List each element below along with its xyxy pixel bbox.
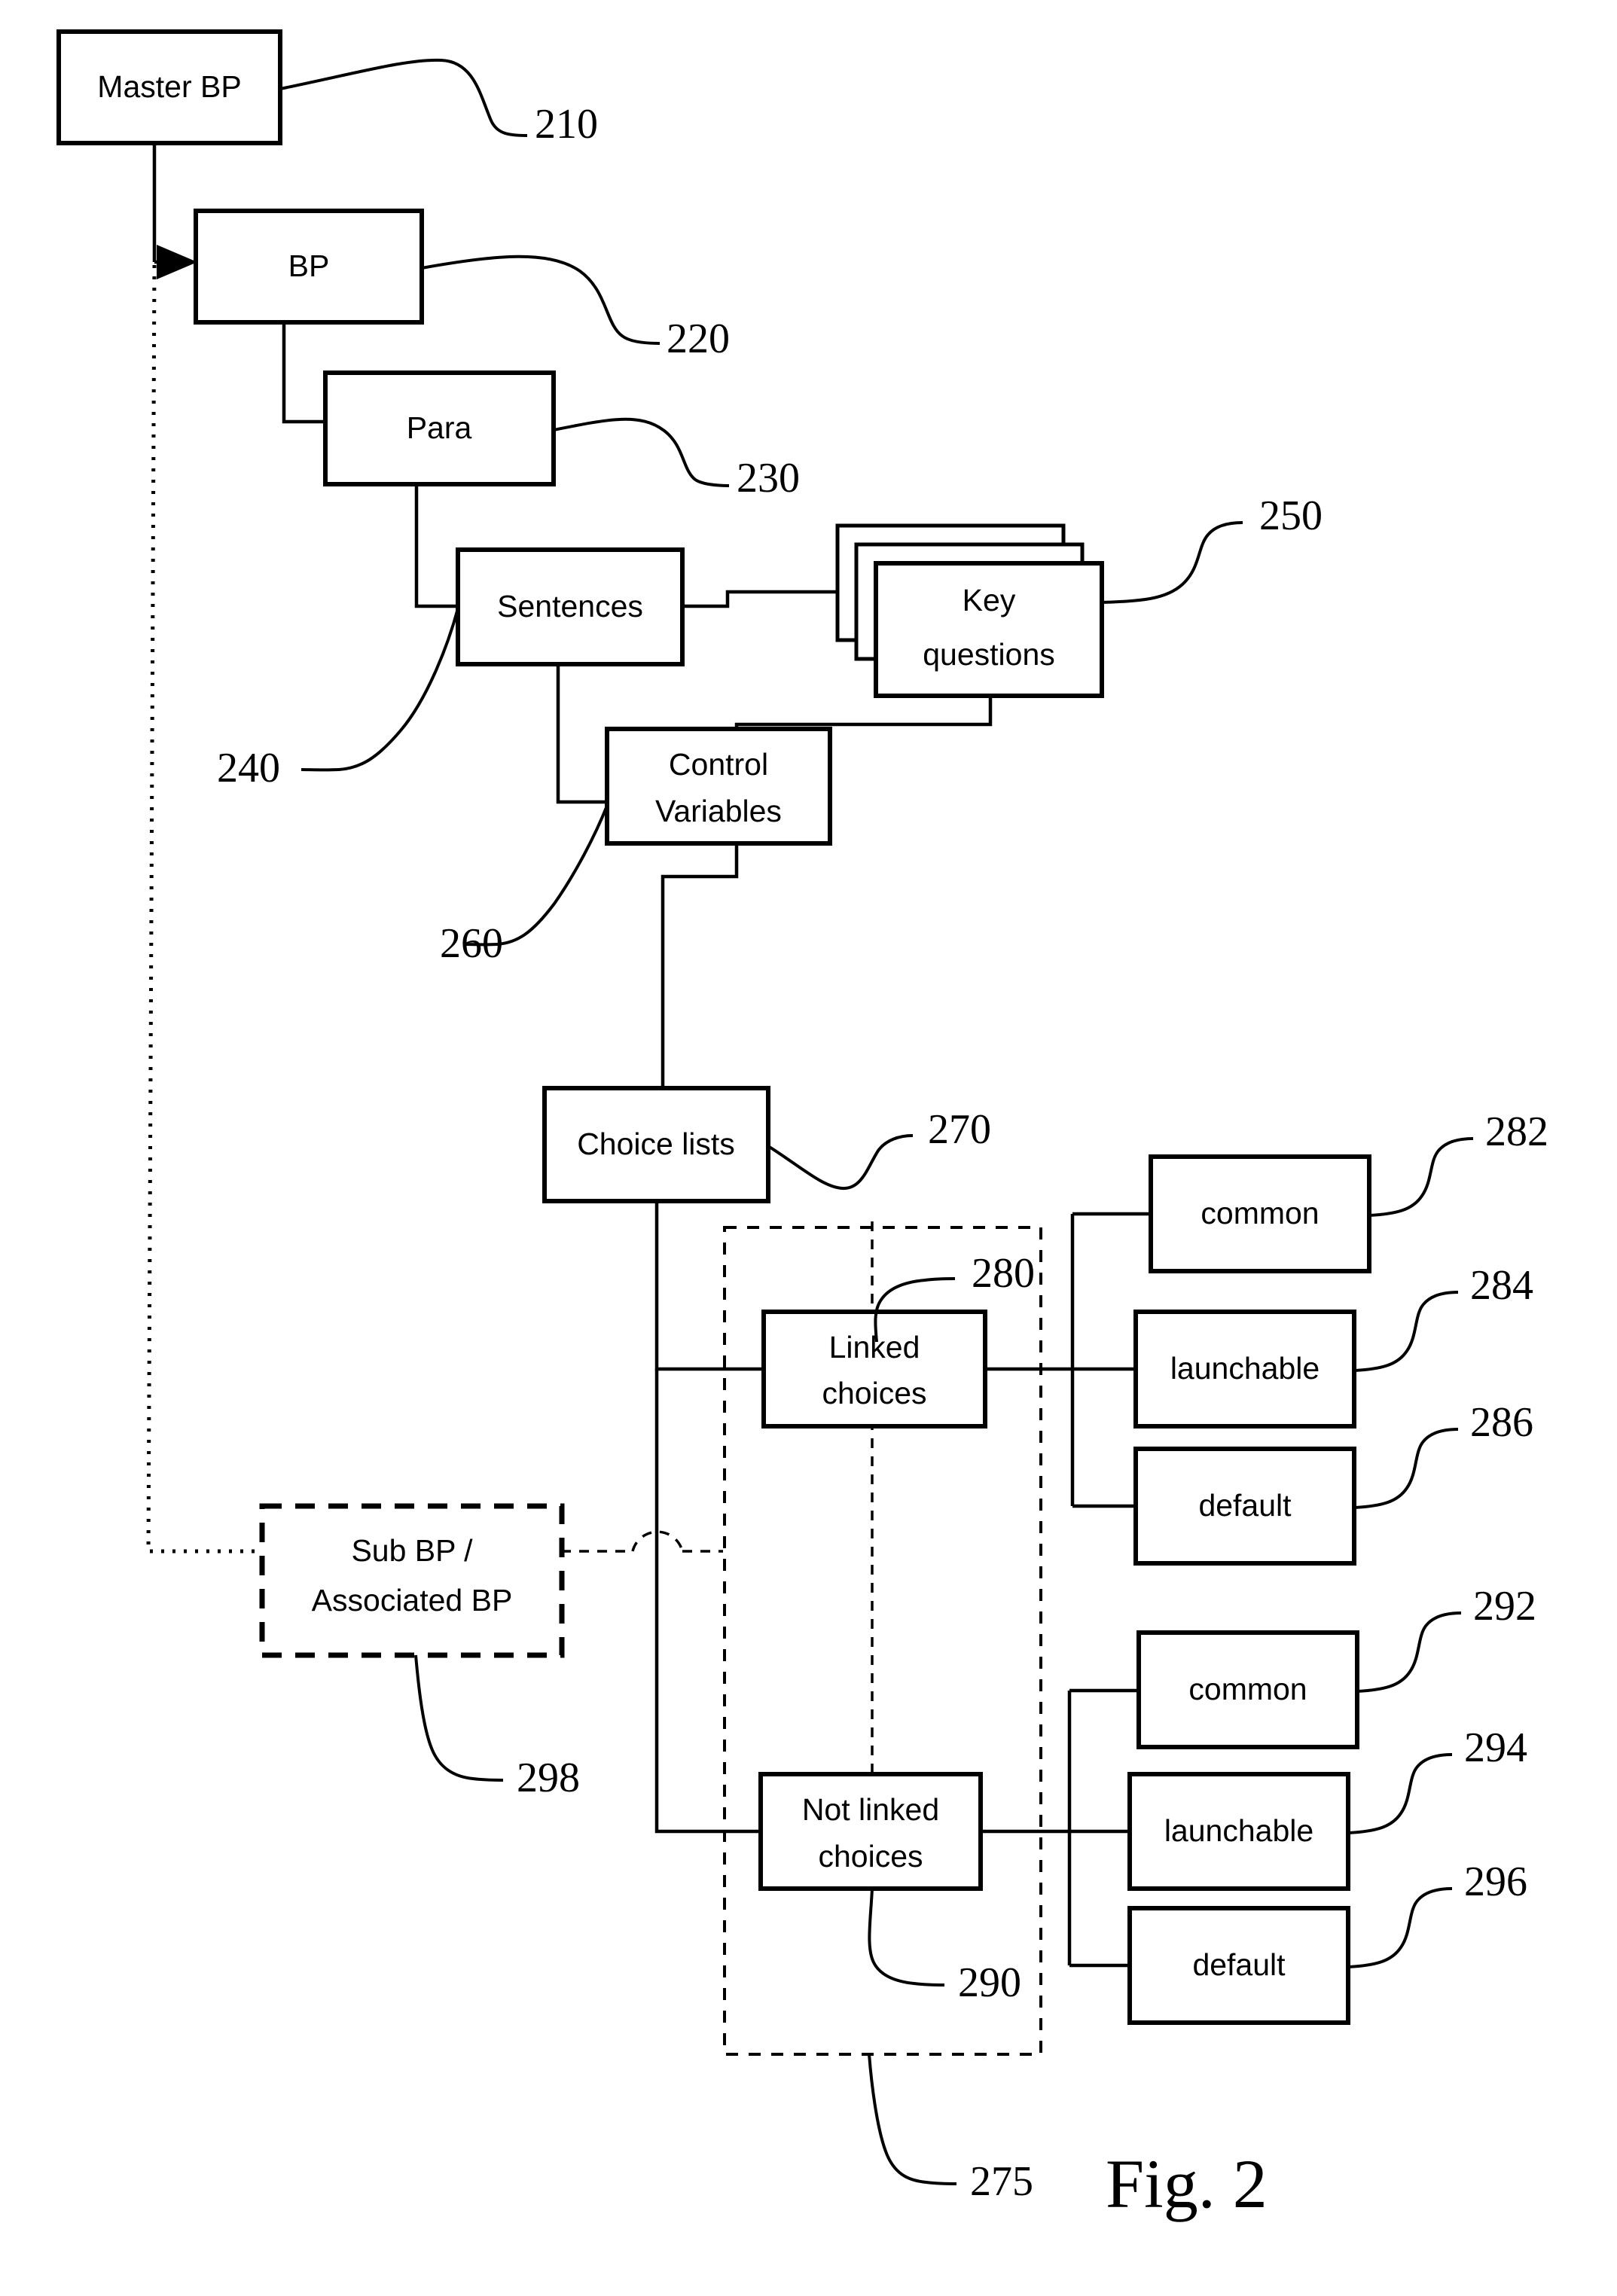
leader-296 xyxy=(1347,1887,1453,1968)
ref-label-294: 294 xyxy=(1464,1724,1527,1771)
node-linked-choices-label-line1: Linked xyxy=(829,1330,920,1364)
leader-282 xyxy=(1368,1137,1474,1217)
leader-298 xyxy=(414,1654,504,1782)
leader-290 xyxy=(868,1888,945,1987)
connector-choicelists-to-notlinkedchoices xyxy=(654,1369,776,1834)
connector-para-to-sentences xyxy=(414,484,459,608)
leader-292 xyxy=(1356,1611,1462,1693)
node-key-questions-label-line2: questions xyxy=(923,637,1055,672)
connector-controlvariables-to-choicelists xyxy=(661,843,739,1088)
leader-275 xyxy=(868,2054,957,2185)
ref-label-290: 290 xyxy=(958,1959,1021,2006)
node-linked-default-label: default xyxy=(1198,1488,1292,1523)
ref-label-210: 210 xyxy=(535,101,598,148)
ref-label-298: 298 xyxy=(517,1755,580,1801)
ref-label-230: 230 xyxy=(737,455,800,502)
node-not-linked-default-label: default xyxy=(1192,1947,1286,1982)
node-not-linked-choices-label-line2: choices xyxy=(818,1839,923,1874)
leader-294 xyxy=(1347,1753,1453,1834)
node-key-questions-label-line1: Key xyxy=(963,583,1016,617)
node-sub-bp-label-line2: Associated BP xyxy=(312,1583,513,1618)
connector-keyquestions-to-controlvariables xyxy=(734,696,993,729)
leader-270 xyxy=(767,1134,914,1191)
ref-label-284: 284 xyxy=(1470,1262,1533,1309)
ref-label-280: 280 xyxy=(972,1250,1035,1297)
ref-label-275: 275 xyxy=(970,2158,1033,2205)
leader-230 xyxy=(553,417,730,487)
node-control-variables-label-line1: Control xyxy=(669,747,768,782)
diagram-canvas: Master BP BP Para Sentences Key question… xyxy=(56,29,1548,2222)
ref-label-260: 260 xyxy=(440,920,503,967)
node-choice-lists-label: Choice lists xyxy=(577,1127,735,1161)
node-sub-bp-label-line1: Sub BP / xyxy=(351,1533,473,1568)
ref-label-296: 296 xyxy=(1464,1858,1527,1905)
arrowhead-into-bp xyxy=(157,245,197,279)
connector-bp-to-para xyxy=(282,322,327,424)
node-linked-common-label: common xyxy=(1201,1196,1319,1230)
ref-label-282: 282 xyxy=(1485,1108,1548,1155)
leader-240 xyxy=(301,608,459,772)
patent-figure: Master BP BP Para Sentences Key question… xyxy=(0,0,1617,2296)
ref-label-292: 292 xyxy=(1473,1583,1536,1630)
leader-286 xyxy=(1353,1428,1459,1509)
leader-250 xyxy=(1101,521,1243,604)
node-not-linked-common-label: common xyxy=(1188,1672,1307,1706)
connector-choicelists-to-linkedchoices xyxy=(654,1201,778,1371)
node-master-bp-label: Master BP xyxy=(97,69,241,104)
leader-284 xyxy=(1353,1291,1459,1372)
node-not-linked-launchable-label: launchable xyxy=(1164,1813,1313,1848)
node-control-variables-label-line2: Variables xyxy=(655,794,782,828)
node-para-label: Para xyxy=(407,410,472,445)
ref-label-270: 270 xyxy=(928,1106,991,1153)
leader-210 xyxy=(279,58,528,137)
leader-220 xyxy=(421,255,661,345)
node-sub-bp[interactable] xyxy=(259,1503,565,1658)
node-linked-launchable-label: launchable xyxy=(1170,1351,1320,1386)
node-sentences-label: Sentences xyxy=(497,589,643,624)
ref-label-240: 240 xyxy=(217,745,280,791)
connector-subbp-feedback-dotted xyxy=(146,264,256,1554)
connector-sentences-to-controlvariables xyxy=(556,664,609,804)
ref-label-286: 286 xyxy=(1470,1399,1533,1446)
node-not-linked-choices-label-line1: Not linked xyxy=(802,1792,939,1827)
figure-caption: Fig. 2 xyxy=(1106,2145,1268,2222)
node-linked-choices-label-line2: choices xyxy=(822,1376,926,1410)
ref-label-250: 250 xyxy=(1259,492,1323,539)
node-bp-label: BP xyxy=(288,249,330,283)
ref-label-220: 220 xyxy=(667,316,730,362)
